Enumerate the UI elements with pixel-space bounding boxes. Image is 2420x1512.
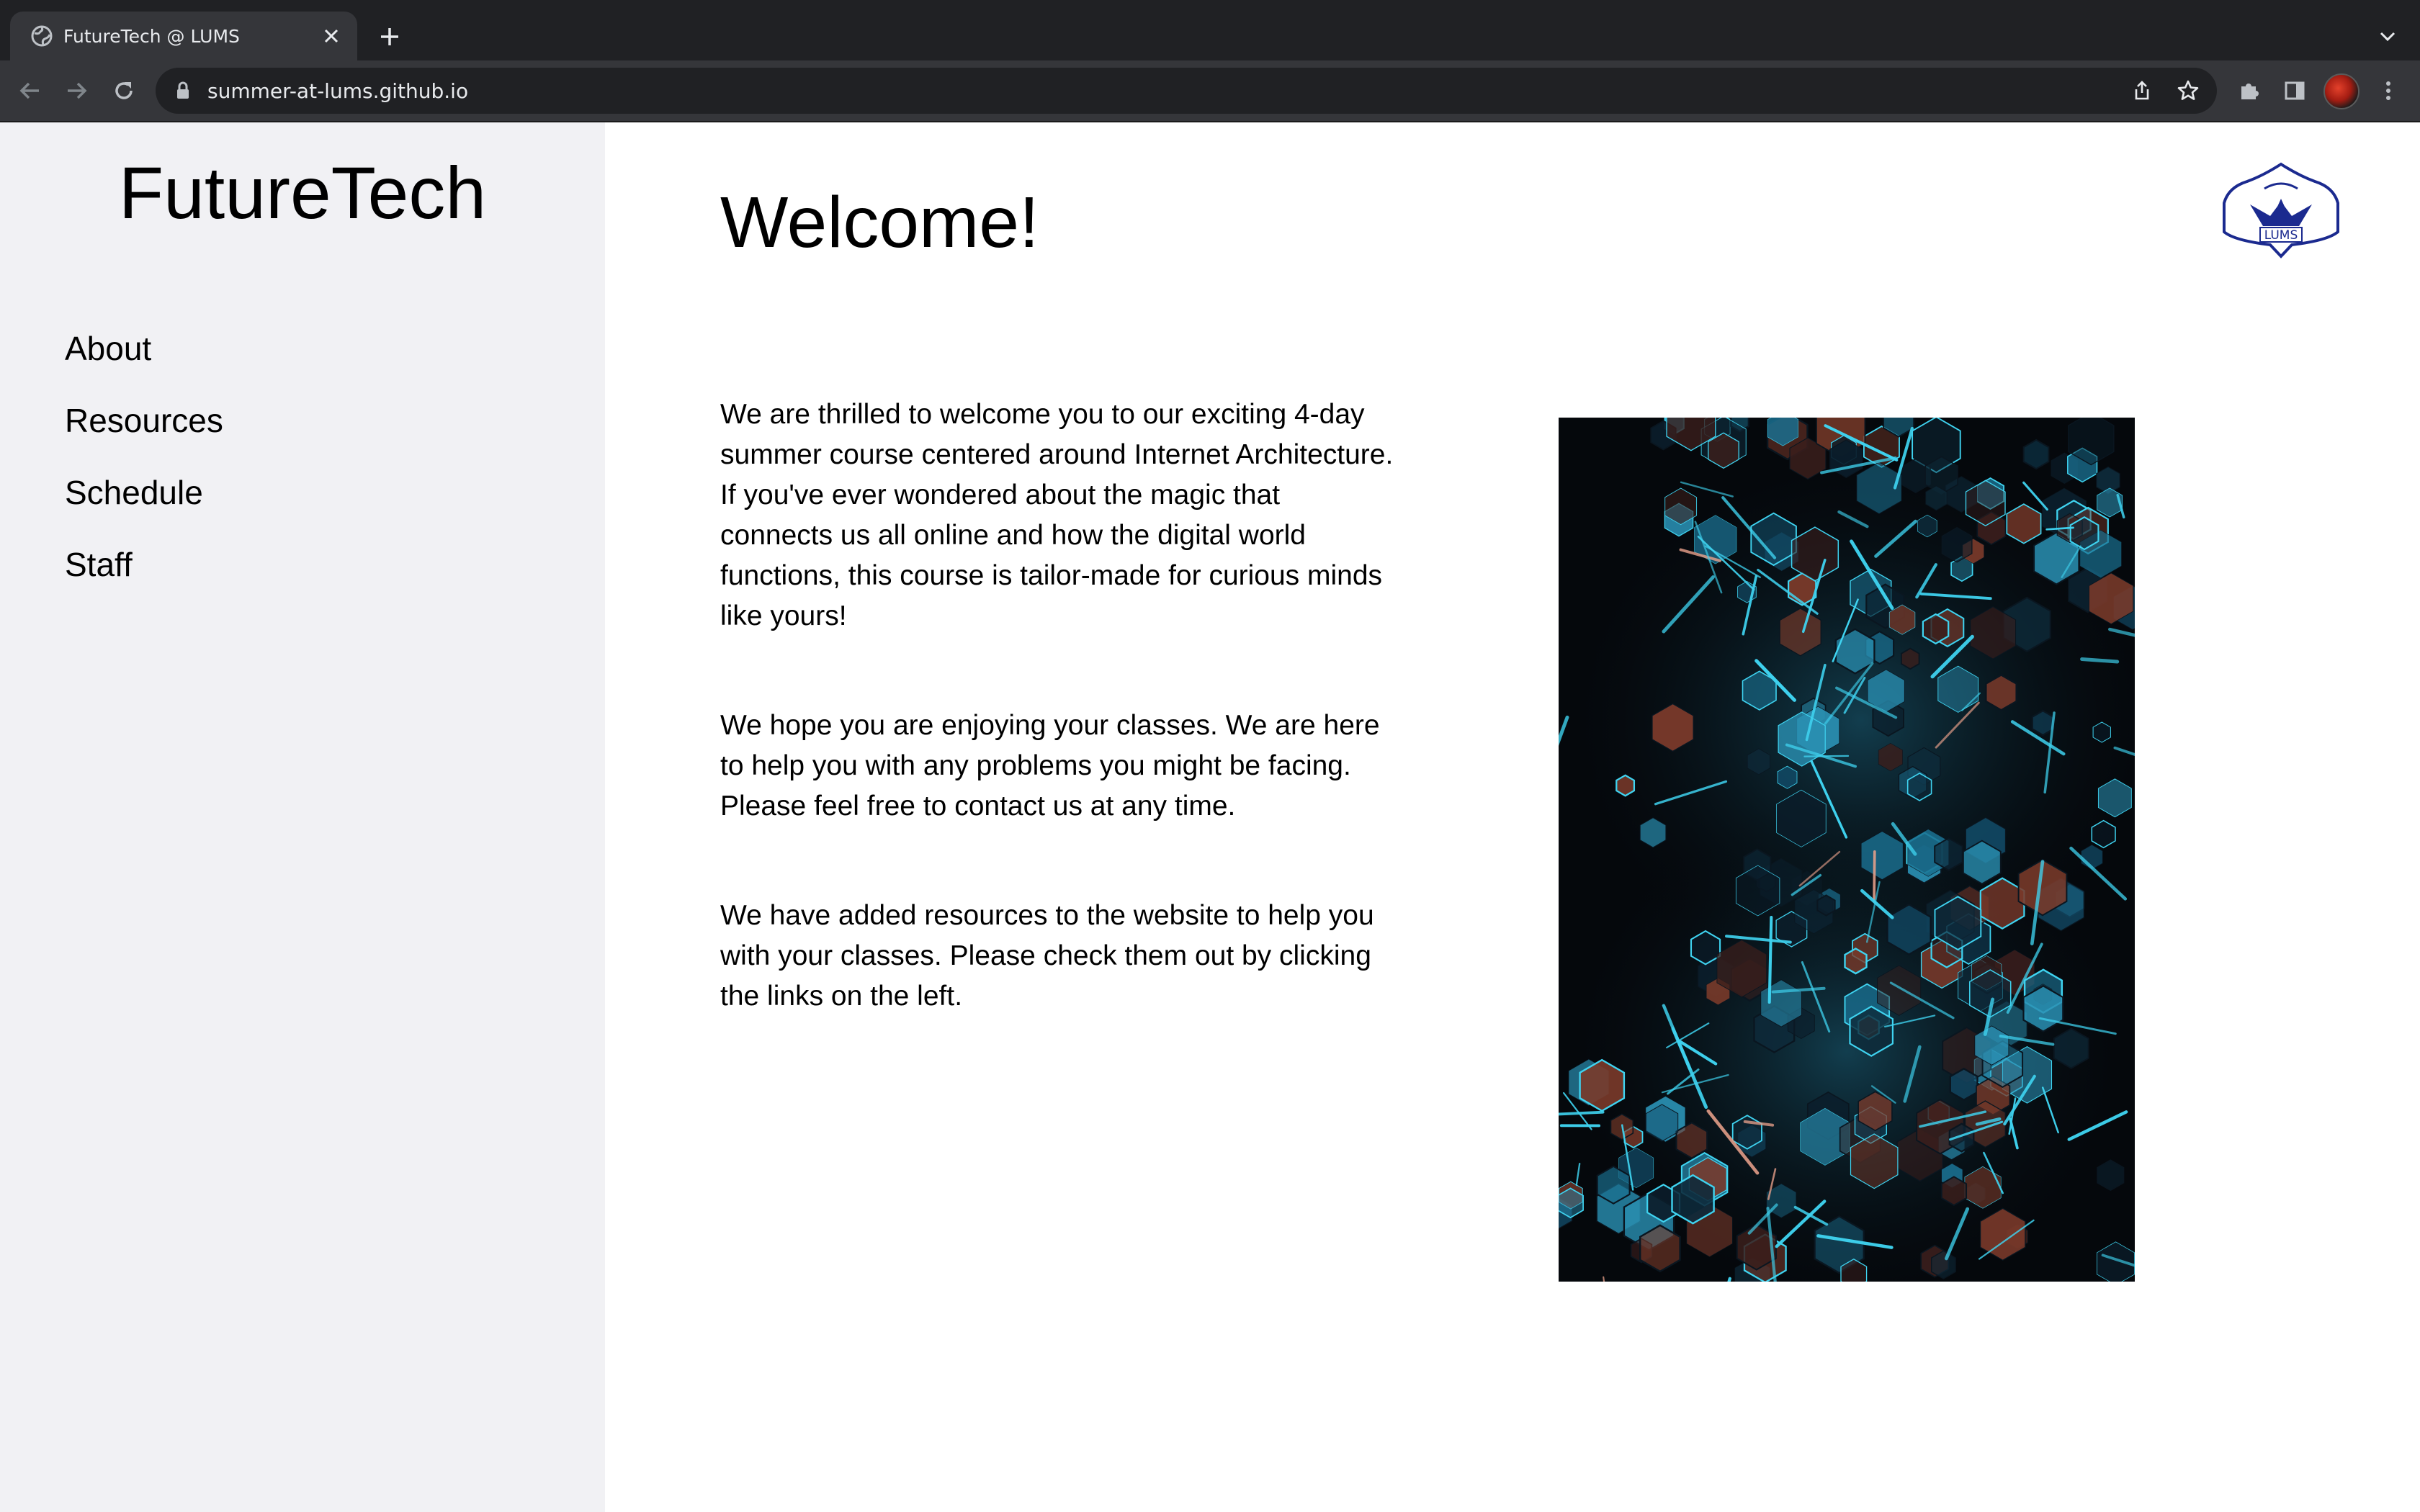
close-icon[interactable] — [317, 22, 346, 50]
back-icon[interactable] — [13, 73, 48, 108]
sidebar-link-resources[interactable]: Resources — [65, 384, 223, 456]
hexagon-shape — [1615, 774, 1636, 797]
hexagon-shape — [1816, 894, 1836, 917]
hexagon-network-artwork — [1559, 418, 2135, 1282]
lums-logo: LUMS — [2220, 160, 2342, 259]
sidebar-nav: About Resources Schedule Staff — [65, 312, 223, 600]
lock-icon[interactable] — [173, 81, 193, 101]
sidebar: FutureTech About Resources Schedule Staf… — [0, 122, 605, 1512]
menu-icon[interactable] — [2371, 73, 2406, 108]
paragraph-resources: We have added resources to the website t… — [720, 900, 1374, 1012]
hexagon-shape — [1690, 930, 1721, 966]
hexagon-shape — [1949, 1067, 1978, 1102]
brand-title: FutureTech — [118, 152, 487, 234]
hexagon-shape — [2031, 709, 2055, 737]
hexagon-shape — [1985, 673, 2017, 711]
neon-rod — [1767, 916, 1773, 1004]
hexagon-shape — [1934, 837, 1963, 871]
hexagon-shape — [1900, 647, 1920, 670]
tab-title: FutureTech @ LUMS — [63, 25, 240, 47]
side-panel-icon[interactable] — [2277, 73, 2312, 108]
sidebar-link-about[interactable]: About — [65, 312, 223, 384]
page-title: Welcome! — [720, 182, 1039, 263]
hexagon-shape — [1922, 613, 1950, 645]
reload-icon[interactable] — [107, 73, 141, 108]
neon-rod — [2080, 657, 2120, 664]
browser-tab[interactable]: FutureTech @ LUMS — [10, 12, 357, 60]
hexagon-shape — [2069, 516, 2099, 551]
globe-icon — [30, 24, 53, 48]
hexagon-shape — [2022, 438, 2050, 470]
plus-icon[interactable] — [372, 19, 408, 55]
sidebar-link-schedule[interactable]: Schedule — [65, 456, 223, 528]
logo-text: LUMS — [2264, 228, 2298, 243]
profile-avatar[interactable] — [2323, 73, 2360, 109]
hero-image — [1559, 418, 2135, 1282]
url-text[interactable]: summer-at-lums.github.io — [207, 79, 2125, 103]
star-icon[interactable] — [2171, 73, 2205, 108]
browser-toolbar: summer-at-lums.github.io — [0, 60, 2420, 121]
hexagon-shape — [1940, 1176, 1968, 1206]
sidebar-link-staff[interactable]: Staff — [65, 528, 223, 600]
address-bar[interactable]: summer-at-lums.github.io — [156, 68, 2217, 114]
paragraph-support: We hope you are enjoying your classes. W… — [720, 710, 1380, 822]
extensions-icon[interactable] — [2231, 73, 2266, 108]
hexagon-shape — [1844, 948, 1868, 975]
neon-rod — [1873, 850, 1876, 903]
paragraph-intro: We are thrilled to welcome you to our ex… — [720, 399, 1394, 631]
forward-icon[interactable] — [59, 73, 94, 108]
browser-tabstrip: FutureTech @ LUMS — [0, 0, 2420, 60]
neon-rod — [1803, 755, 1850, 757]
chevron-down-icon[interactable] — [2370, 19, 2406, 55]
share-icon[interactable] — [2125, 73, 2159, 108]
welcome-text: We are thrilled to welcome you to our ex… — [720, 395, 1397, 1086]
